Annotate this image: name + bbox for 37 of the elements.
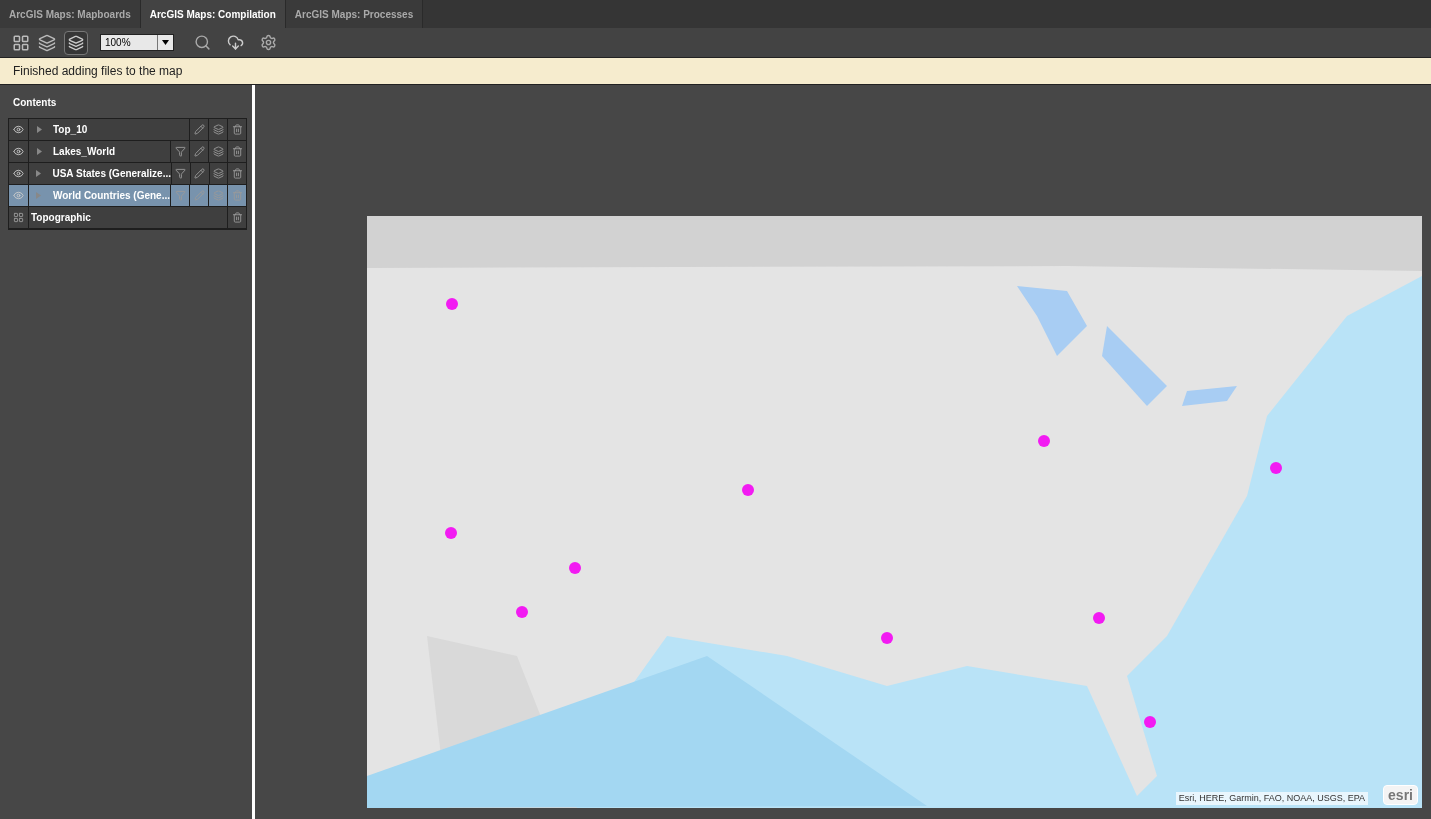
visibility-icon[interactable] — [12, 168, 24, 179]
layer-row[interactable]: Topographic — [9, 207, 246, 229]
layer-name: World Countries (Gene... — [51, 189, 170, 203]
add-layer-icon[interactable] — [38, 33, 56, 52]
layer-row[interactable]: Lakes_World — [9, 141, 246, 163]
layer-name: Topographic — [30, 211, 92, 225]
layer-view-button[interactable] — [64, 30, 88, 55]
visibility-icon[interactable] — [13, 124, 24, 135]
cloud-download-icon[interactable] — [227, 34, 244, 51]
map-logo: esri — [1383, 785, 1418, 805]
zoom-dropdown[interactable]: 100% — [100, 34, 174, 51]
filter-icon[interactable] — [175, 168, 187, 179]
settings-icon[interactable] — [260, 34, 277, 51]
layer-name: USA States (Generalize... — [51, 167, 171, 181]
delete-icon[interactable] — [231, 168, 243, 179]
layer-name: Top_10 — [52, 123, 89, 137]
tab[interactable]: ArcGIS Maps: Processes — [285, 0, 424, 28]
caret-icon[interactable] — [162, 40, 169, 45]
contents-title: Contents — [13, 96, 58, 110]
pencil-icon[interactable] — [193, 124, 205, 135]
delete-icon[interactable] — [231, 212, 243, 223]
delete-icon[interactable] — [231, 124, 243, 135]
pencil-icon[interactable] — [193, 146, 205, 157]
notification-text: Finished adding files to the map — [13, 63, 183, 80]
basemap-icon — [13, 212, 24, 223]
attribution-text: Esri, HERE, Garmin, FAO, NOAA, USGS, EPA — [1175, 791, 1368, 805]
filter-icon[interactable] — [174, 146, 186, 157]
pencil-icon[interactable] — [194, 168, 206, 179]
visibility-icon[interactable] — [13, 146, 24, 157]
tab[interactable]: ArcGIS Maps: Compilation — [140, 0, 286, 28]
map-view[interactable]: Esri, HERE, Garmin, FAO, NOAA, USGS, EPA esri — [367, 216, 1422, 808]
layer-row[interactable]: USA States (Generalize... — [9, 163, 246, 185]
search-icon[interactable] — [194, 34, 211, 51]
layer-row[interactable]: Top_10 — [9, 119, 246, 141]
layer-name: Lakes_World — [52, 145, 117, 159]
tab[interactable]: ArcGIS Maps: Mapboards — [0, 0, 141, 28]
delete-icon[interactable] — [231, 146, 243, 157]
